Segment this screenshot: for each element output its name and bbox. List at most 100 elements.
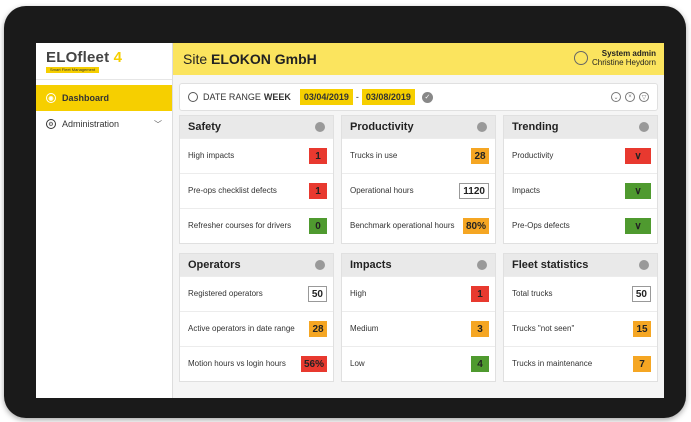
kpi-value: 3 [471,321,489,337]
info-icon[interactable] [639,122,649,132]
trend-label: Productivity [512,151,554,160]
info-icon[interactable] [477,260,487,270]
kpi-row[interactable]: Low 4 [342,346,495,381]
kpi-row[interactable]: Refresher courses for drivers 0 [180,208,333,243]
kpi-label: Trucks "not seen" [512,324,575,333]
date-range-actions: ⌄ × ▽ [607,92,649,102]
safety-card: Safety High impacts 1 Pre-ops checklist d… [179,115,334,244]
logo-wordmark: ELOfleet 4 [46,50,122,65]
kpi-row[interactable]: Benchmark operational hours 80% [342,208,495,243]
date-start[interactable]: 03/04/2019 [299,89,353,105]
kpi-row[interactable]: Trucks "not seen" 15 [504,311,657,346]
site-prefix: Site [183,51,208,67]
user-name: Christine Heydorn [591,58,656,67]
kpi-label: Active operators in date range [188,324,295,333]
kpi-row[interactable]: Operational hours 1120 [342,173,495,208]
chevron-down-circle-icon[interactable]: ⌄ [611,92,621,102]
kpi-label: Refresher courses for drivers [188,221,292,230]
card-title-text: Impacts [350,259,392,271]
trend-row[interactable]: Impacts ∨ [504,173,657,208]
user-info: System admin Christine Heydorn [592,49,656,67]
kpi-row[interactable]: Trucks in use 28 [342,138,495,173]
kpi-row[interactable]: Registered operators 50 [180,276,333,311]
kpi-value: 1120 [459,183,489,199]
kpi-label: Trucks in maintenance [512,359,593,368]
kpi-value: 56% [300,356,327,372]
kpi-value: 1 [471,286,489,302]
kpi-value: 28 [471,148,489,164]
info-icon[interactable] [315,260,325,270]
kpi-row[interactable]: Trucks in maintenance 7 [504,346,657,381]
chevron-down-icon[interactable]: ﹀ [154,119,162,130]
site-name: ELOKON GmbH [211,51,317,67]
impacts-card: Impacts High 1 Medium 3 Low 4 [341,253,496,382]
logo-brand: ELOfleet [46,48,110,66]
card-title: Impacts [342,254,495,276]
trend-row[interactable]: Productivity ∨ [504,138,657,173]
card-title-text: Fleet statistics [512,259,589,271]
kpi-row[interactable]: Medium 3 [342,311,495,346]
logo-version: 4 [113,48,123,66]
kpi-label: Total trucks [512,289,553,298]
kpi-label: Trucks in use [350,151,398,160]
kpi-row[interactable]: High impacts 1 [180,138,333,173]
card-title: Operators [180,254,333,276]
gear-icon: ⚙ [46,119,56,129]
kpi-row[interactable]: Active operators in date range 28 [180,311,333,346]
card-title-text: Safety [188,121,222,133]
sidebar-item-administration[interactable]: ⚙ Administration ﹀ [36,111,172,137]
card-title: Safety [180,116,333,138]
card-title-text: Operators [188,259,241,271]
trend-row[interactable]: Pre-Ops defects ∨ [504,208,657,243]
operators-card: Operators Registered operators 50 Active … [179,253,334,382]
date-range-label: DATE RANGE [203,92,261,102]
kpi-row[interactable]: Total trucks 50 [504,276,657,311]
sidebar-item-label: Administration [62,119,120,129]
card-title: Fleet statistics [504,254,657,276]
kpi-value: 50 [307,286,327,302]
clear-icon[interactable]: × [625,92,635,102]
kpi-value: 28 [309,321,327,337]
kpi-row[interactable]: High 1 [342,276,495,311]
main-content: Site ELOKON GmbH System admin Christine … [173,43,664,398]
kpi-label: Low [350,359,365,368]
screen: ELOfleet 4 Smart Fleet Management ◉ Dash… [36,43,664,398]
card-title: Productivity [342,116,495,138]
filter-icon[interactable]: ▽ [639,92,649,102]
info-icon[interactable] [315,122,325,132]
home-icon[interactable] [188,92,198,102]
kpi-label: High impacts [188,151,235,160]
check-icon[interactable]: ✓ [421,91,433,103]
sidebar: ELOfleet 4 Smart Fleet Management ◉ Dash… [36,43,173,398]
kpi-value: 4 [471,356,489,372]
kpi-row[interactable]: Motion hours vs login hours 56% [180,346,333,381]
header: Site ELOKON GmbH System admin Christine … [173,43,664,75]
productivity-card: Productivity Trucks in use 28 Operational… [341,115,496,244]
card-title: Trending [504,116,657,138]
sidebar-item-dashboard[interactable]: ◉ Dashboard [36,85,172,111]
date-separator: - [355,92,359,102]
date-end[interactable]: 03/08/2019 [361,89,415,105]
kpi-value: 15 [633,321,651,337]
fleet-statistics-card: Fleet statistics Total trucks 50 Trucks "… [503,253,658,382]
sidebar-item-label: Dashboard [62,93,110,103]
card-title-text: Trending [512,121,559,133]
info-icon[interactable] [639,260,649,270]
user-role: System admin [601,49,656,58]
card-title-text: Productivity [350,121,414,133]
date-range-period[interactable]: WEEK [264,92,291,102]
kpi-value: 0 [309,218,327,234]
kpi-value: 1 [309,183,327,199]
date-range-bar: DATE RANGE WEEK 03/04/2019 - 03/08/2019 … [179,83,658,111]
kpi-label: Pre-ops checklist defects [188,186,277,195]
logo-tagline: Smart Fleet Management [46,66,100,73]
kpi-row[interactable]: Pre-ops checklist defects 1 [180,173,333,208]
trend-label: Impacts [512,186,541,195]
info-icon[interactable] [477,122,487,132]
logo[interactable]: ELOfleet 4 Smart Fleet Management [36,43,172,80]
user-menu[interactable]: System admin Christine Heydorn [573,49,656,67]
chevron-down-icon: ∨ [625,183,651,199]
kpi-label: Operational hours [350,186,414,195]
kpi-value: 1 [309,148,327,164]
kpi-label: Benchmark operational hours [350,221,455,230]
